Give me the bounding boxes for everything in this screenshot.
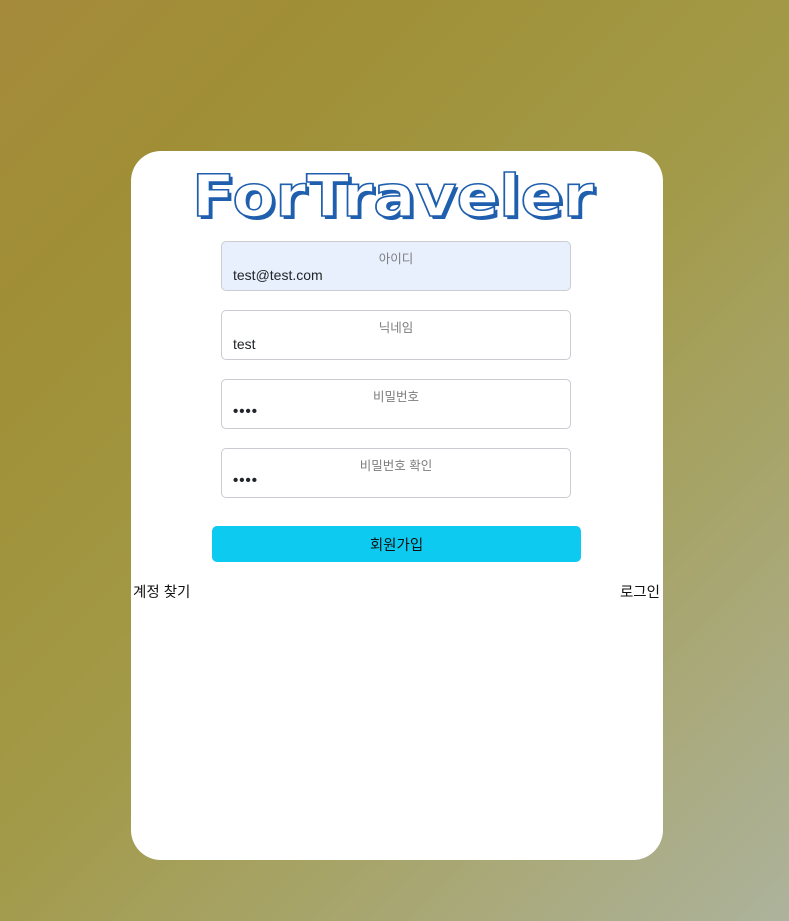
brand-logo: ForTraveler ForTraveler xyxy=(189,165,603,229)
nickname-field-label: 닉네임 xyxy=(378,321,414,335)
signup-button[interactable]: 회원가입 xyxy=(212,526,581,562)
nickname-field[interactable]: 닉네임 test xyxy=(221,310,571,360)
password-confirm-field-value[interactable]: •••• xyxy=(233,472,258,489)
nickname-field-value[interactable]: test xyxy=(233,336,256,352)
id-field-label: 아이디 xyxy=(378,252,414,266)
id-field-value[interactable]: test@test.com xyxy=(233,267,323,283)
signup-card: ForTraveler ForTraveler 아이디 test@test.co… xyxy=(131,151,663,860)
password-confirm-field[interactable]: 비밀번호 확인 •••• xyxy=(221,448,571,498)
login-link[interactable]: 로그인 xyxy=(620,581,660,602)
password-field-value[interactable]: •••• xyxy=(233,403,258,420)
find-account-link[interactable]: 계정 찾기 xyxy=(133,581,190,602)
logo-text: ForTraveler xyxy=(192,165,594,229)
password-confirm-field-label: 비밀번호 확인 xyxy=(359,459,433,473)
password-field-label: 비밀번호 xyxy=(372,390,419,404)
password-field[interactable]: 비밀번호 •••• xyxy=(221,379,571,429)
id-field[interactable]: 아이디 test@test.com xyxy=(221,241,571,291)
